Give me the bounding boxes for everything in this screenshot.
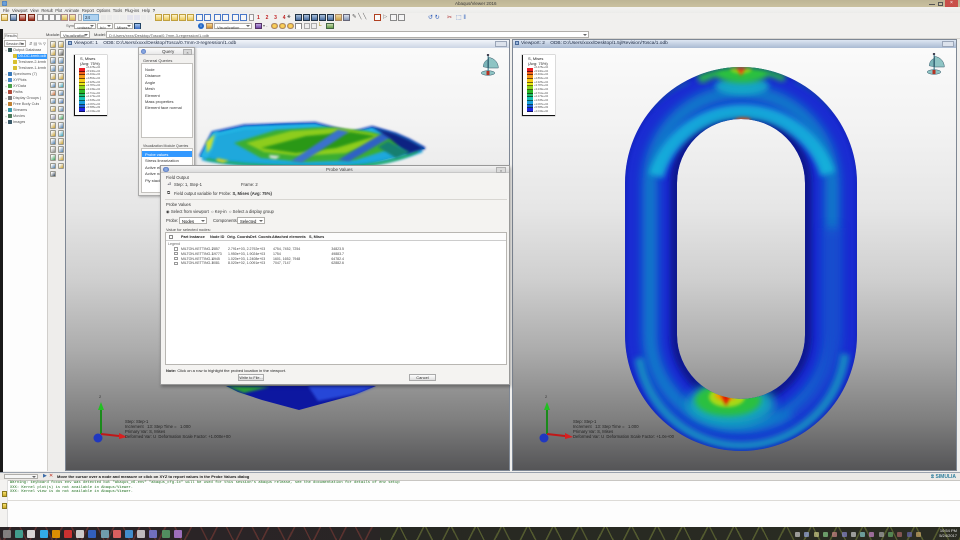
svg-text:2: 2 — [99, 394, 102, 399]
svg-text:Deformed Var: U Deformation S: Deformed Var: U Deformation Scale Factor… — [125, 434, 231, 439]
svg-text:Deformed Var: U Deformation S: Deformed Var: U Deformation Scale Factor… — [573, 434, 675, 439]
svg-text:2: 2 — [545, 394, 548, 399]
